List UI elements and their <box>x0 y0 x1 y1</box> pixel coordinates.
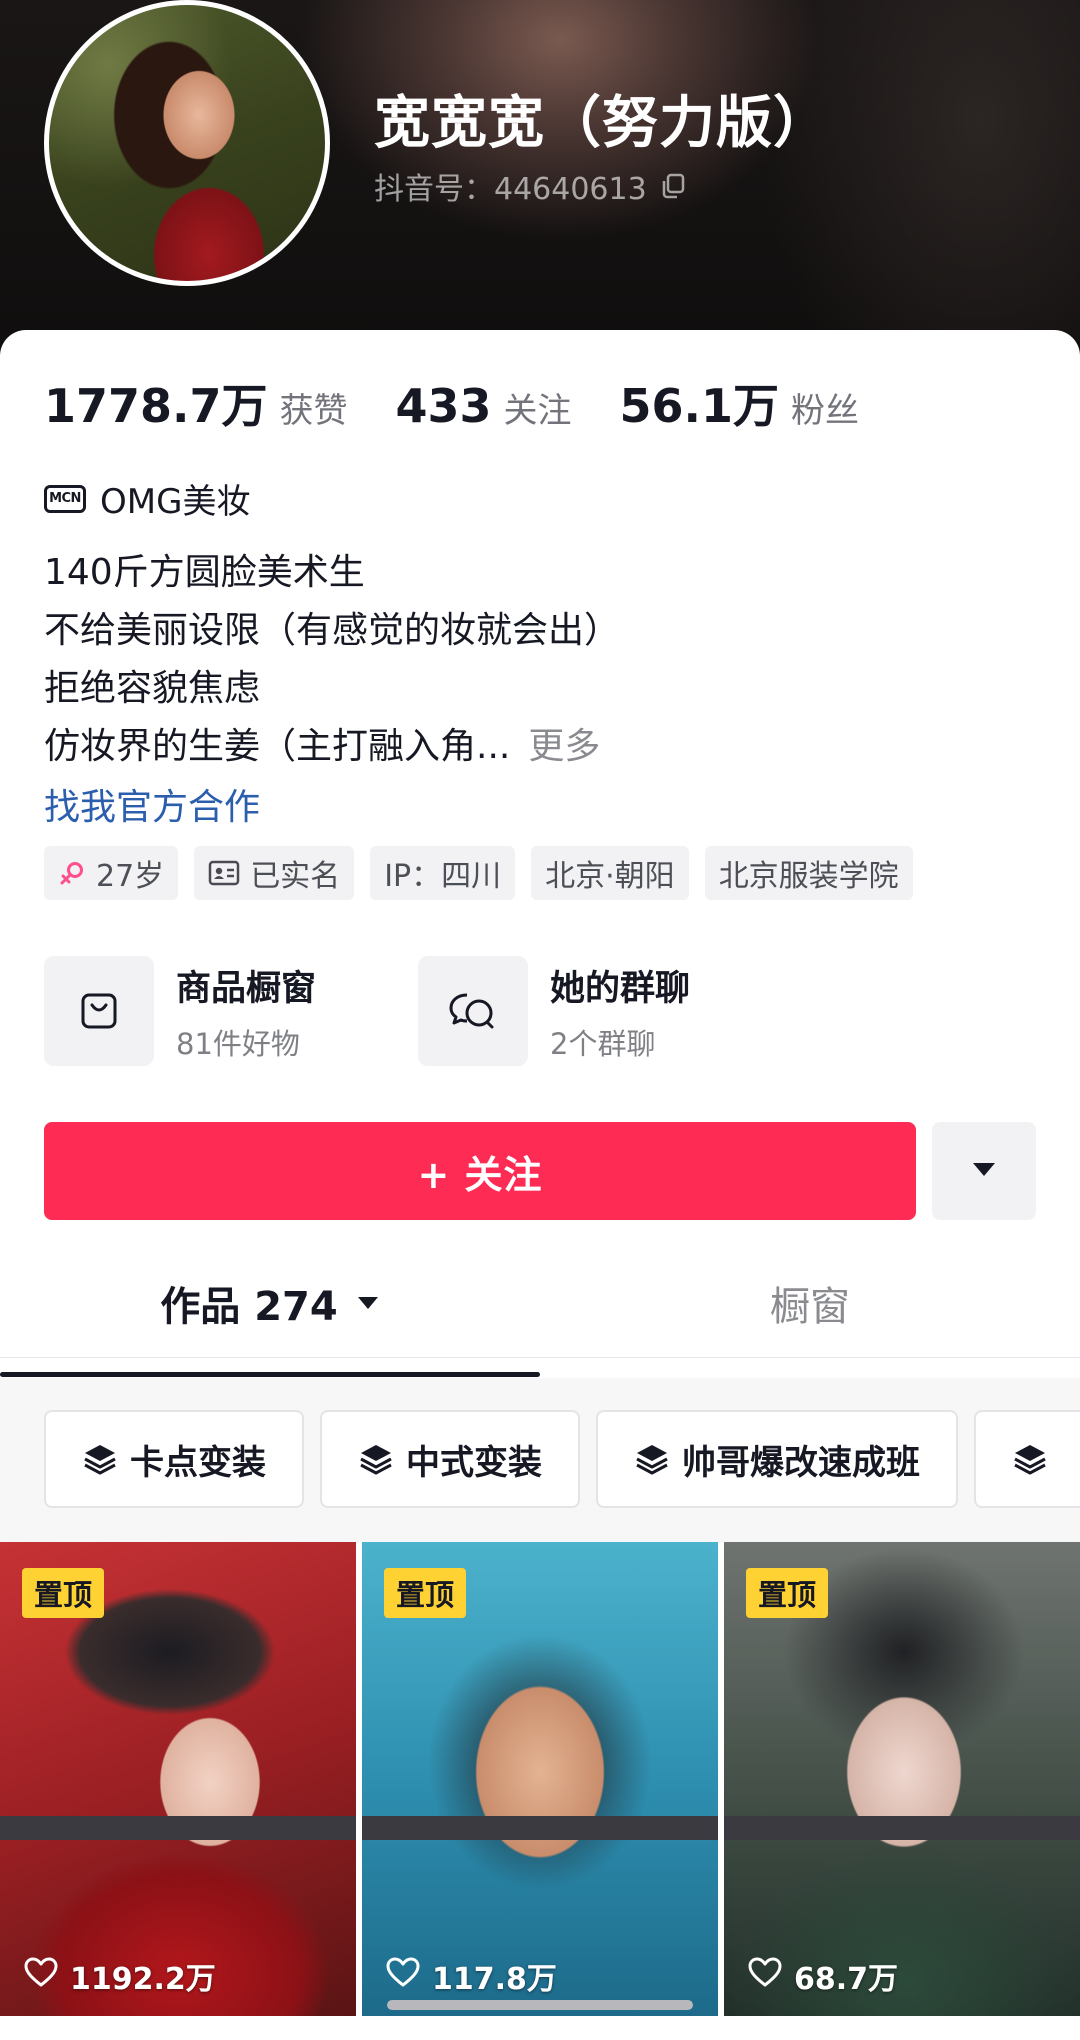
active-tab-indicator <box>0 1372 540 1377</box>
tag-label: IP：四川 <box>384 859 502 894</box>
tab-label: 作品 274 <box>160 1284 338 1330</box>
like-count: 1192.2万 <box>24 1954 216 1998</box>
bio[interactable]: 140斤方圆脸美术生 不给美丽设限（有感觉的妆就会出） 拒绝容貌焦虑 仿妆界的生… <box>44 544 620 776</box>
tag-school[interactable]: 北京服装学院 <box>704 846 913 900</box>
bio-line-last: 仿妆界的生姜（主打融入角... 更多 <box>44 718 620 776</box>
copy-icon[interactable] <box>659 172 687 200</box>
collection-chip-partial[interactable] <box>974 1410 1080 1508</box>
home-indicator[interactable] <box>387 2000 693 2010</box>
heart-icon <box>748 1957 782 1995</box>
more-options-button[interactable] <box>932 1122 1036 1220</box>
stat-value: 433 <box>395 379 492 433</box>
bio-line: 仿妆界的生姜（主打融入角... <box>44 726 511 767</box>
avatar[interactable] <box>44 0 330 286</box>
video-tile-partial[interactable] <box>362 1816 718 1840</box>
caret-down-icon <box>971 1160 997 1182</box>
collection-label: 帅哥爆改速成班 <box>682 1442 920 1483</box>
group-chat-icon <box>418 956 528 1066</box>
id-card-icon <box>208 860 240 886</box>
content-tabs: 作品 274 橱窗 <box>0 1248 1080 1358</box>
layers-icon <box>82 1442 118 1476</box>
follow-button[interactable]: + 关注 <box>44 1122 916 1220</box>
video-tile-partial[interactable] <box>724 1816 1080 1840</box>
pinned-badge: 置顶 <box>384 1568 467 1618</box>
like-value: 68.7万 <box>794 1962 899 1997</box>
tag-label: 已实名 <box>250 859 341 894</box>
feature-entries: 商品橱窗 81件好物 她的群聊 2个群聊 <box>44 956 792 1066</box>
collection-chip[interactable]: 帅哥爆改速成班 <box>596 1410 958 1508</box>
douyin-id: 抖音号：44640613 <box>374 172 647 207</box>
like-count: 68.7万 <box>748 1954 898 1998</box>
video-tile[interactable]: 置顶 1192.2万 <box>0 1542 356 2016</box>
stat-following[interactable]: 433 关注 <box>396 379 572 433</box>
stat-followers[interactable]: 56.1万 粉丝 <box>620 370 860 436</box>
bio-more-button[interactable]: 更多 <box>528 726 600 767</box>
entry-title: 商品橱窗 <box>176 968 317 1009</box>
like-value: 117.8万 <box>432 1962 557 1997</box>
stat-value: 56.1万 <box>619 379 780 433</box>
mcn-icon: MCN <box>44 484 86 513</box>
collection-label: 中式变装 <box>406 1442 542 1483</box>
stat-label: 粉丝 <box>791 391 860 431</box>
tag-verified[interactable]: 已实名 <box>194 846 355 900</box>
like-value: 1192.2万 <box>70 1962 216 1997</box>
tag-label: 北京·朝阳 <box>545 859 675 894</box>
mcn-row[interactable]: MCN OMG美妆 <box>44 474 250 523</box>
stat-label: 获赞 <box>279 391 348 431</box>
video-tile[interactable]: 置顶 117.8万 <box>362 1542 718 2016</box>
bio-line: 不给美丽设限（有感觉的妆就会出） <box>44 610 621 651</box>
bio-line: 拒绝容貌焦虑 <box>44 668 261 709</box>
tag-row: 27岁 已实名 IP：四川 北京·朝阳 北京服装学院 <box>44 846 913 900</box>
shopping-bag-icon <box>44 956 154 1066</box>
heart-icon <box>24 1957 58 1995</box>
female-icon <box>58 859 86 887</box>
tab-shop-window[interactable]: 橱窗 <box>540 1248 1080 1358</box>
stats-row: 1778.7万 获赞 433 关注 56.1万 粉丝 <box>44 370 907 436</box>
shop-window-entry[interactable]: 商品橱窗 81件好物 <box>44 956 418 1066</box>
entry-subtitle: 2个群聊 <box>550 1026 656 1061</box>
like-count: 117.8万 <box>386 1954 557 1998</box>
tab-works[interactable]: 作品 274 <box>0 1248 540 1358</box>
pinned-badge: 置顶 <box>22 1568 105 1618</box>
tag-label: 北京服装学院 <box>718 859 899 894</box>
stat-label: 关注 <box>503 391 572 431</box>
stat-likes[interactable]: 1778.7万 获赞 <box>44 370 348 436</box>
heart-icon <box>386 1957 420 1995</box>
official-cooperation-link[interactable]: 找我官方合作 <box>44 778 260 830</box>
group-chat-entry[interactable]: 她的群聊 2个群聊 <box>418 956 792 1066</box>
profile-header: 宽宽宽（努力版） 抖音号：44640613 <box>0 0 1080 380</box>
tag-location[interactable]: 北京·朝阳 <box>531 846 689 900</box>
collection-label: 卡点变装 <box>130 1442 266 1483</box>
layers-icon <box>1012 1442 1048 1476</box>
pinned-badge: 置顶 <box>746 1568 829 1618</box>
layers-icon <box>358 1442 394 1476</box>
video-grid-next-row <box>0 1816 1080 1840</box>
mcn-name: OMG美妆 <box>100 482 251 522</box>
layers-icon <box>634 1442 670 1476</box>
profile-card: 1778.7万 获赞 433 关注 56.1万 粉丝 MCN OMG美妆 140… <box>0 330 1080 2040</box>
video-tile-partial[interactable] <box>0 1816 356 1840</box>
collection-chip[interactable]: 卡点变装 <box>44 1410 304 1508</box>
tag-ip[interactable]: IP：四川 <box>370 846 516 900</box>
bio-line: 140斤方圆脸美术生 <box>44 552 365 593</box>
tag-age[interactable]: 27岁 <box>44 846 179 900</box>
tag-label: 27岁 <box>96 859 165 894</box>
collections-list: 卡点变装 中式变装 帅哥爆改速成班 <box>44 1410 1080 1508</box>
entry-subtitle: 81件好物 <box>176 1026 300 1061</box>
tab-label: 橱窗 <box>770 1284 850 1330</box>
douyin-id-row[interactable]: 抖音号：44640613 <box>374 164 687 208</box>
profile-name: 宽宽宽（努力版） <box>374 91 830 156</box>
stat-value: 1778.7万 <box>44 379 268 433</box>
entry-title: 她的群聊 <box>550 968 691 1009</box>
video-grid: 置顶 1192.2万 置顶 117.8万 置顶 68.7万 <box>0 1542 1080 2040</box>
collection-chip[interactable]: 中式变装 <box>320 1410 580 1508</box>
caret-down-icon <box>356 1295 380 1311</box>
video-tile[interactable]: 置顶 68.7万 <box>724 1542 1080 2016</box>
